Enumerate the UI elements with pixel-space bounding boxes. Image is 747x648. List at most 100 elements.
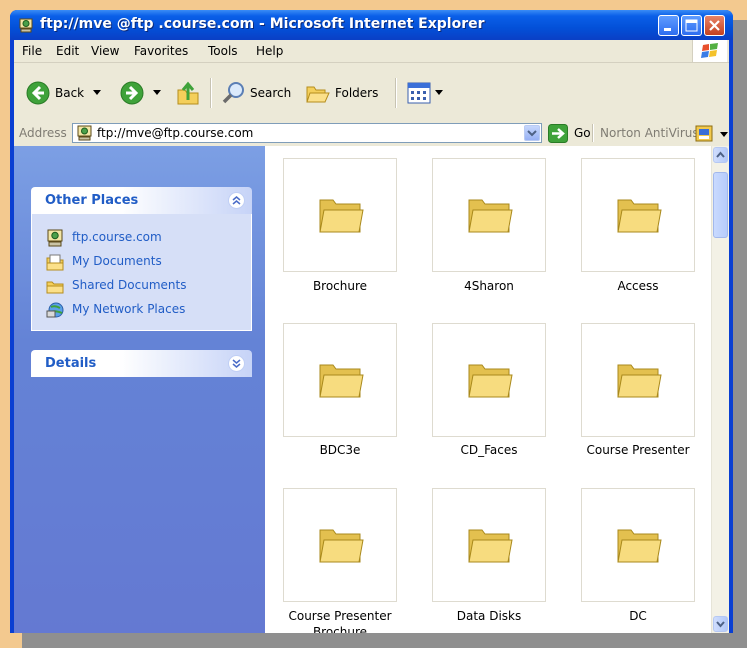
- folder-icon: [319, 199, 364, 233]
- menu-tools[interactable]: Tools: [208, 44, 238, 58]
- menu-view[interactable]: View: [91, 44, 119, 58]
- folder-name[interactable]: Access: [563, 278, 713, 294]
- go-button[interactable]: Go: [574, 126, 591, 140]
- search-icon[interactable]: [222, 81, 246, 105]
- address-bar: Address ftp://mve@ftp.course.com Go Nort…: [14, 121, 729, 147]
- file-list: Brochure 4Sharon Access BDC3e CD_Faces C…: [265, 146, 712, 633]
- vertical-scrollbar[interactable]: [711, 146, 729, 633]
- content-area: Other Places ftp.course.com My Documents…: [14, 146, 729, 633]
- details-title: Details: [45, 356, 97, 371]
- menu-favorites[interactable]: Favorites: [134, 44, 188, 58]
- folder-icon: [468, 364, 513, 398]
- address-dropdown-button[interactable]: [524, 125, 540, 141]
- my-documents-icon: [46, 254, 64, 271]
- folder-tile[interactable]: [283, 323, 397, 437]
- ftp-icon: [19, 18, 33, 33]
- toolbar-separator: [395, 78, 397, 108]
- folder-icon: [319, 364, 364, 398]
- other-places-header[interactable]: Other Places: [31, 187, 252, 214]
- folder-tile[interactable]: [432, 488, 546, 602]
- folder-name[interactable]: Course Presenter Brochure: [265, 608, 415, 633]
- norton-antivirus-label: Norton AntiVirus: [600, 126, 699, 140]
- norton-antivirus-icon[interactable]: [695, 125, 713, 142]
- chevron-down-icon: [716, 621, 725, 628]
- folder-name[interactable]: BDC3e: [265, 442, 415, 458]
- scroll-up-button[interactable]: [713, 147, 728, 163]
- other-places-title: Other Places: [45, 193, 139, 208]
- place-label: ftp.course.com: [72, 230, 162, 244]
- menu-bar: File Edit View Favorites Tools Help: [14, 40, 729, 63]
- address-label: Address: [19, 126, 67, 140]
- folder-tile[interactable]: [283, 488, 397, 602]
- chevron-down-icon: [527, 130, 537, 137]
- close-icon: [709, 20, 720, 31]
- folder-tile[interactable]: [283, 158, 397, 272]
- windows-logo: [692, 40, 727, 62]
- address-field[interactable]: ftp://mve@ftp.course.com: [72, 123, 542, 143]
- scroll-thumb[interactable]: [713, 172, 728, 238]
- folder-name[interactable]: DC: [563, 608, 713, 624]
- menu-edit[interactable]: Edit: [56, 44, 79, 58]
- address-separator: [592, 124, 594, 142]
- chevron-up-icon: [232, 196, 241, 205]
- go-arrow-icon[interactable]: [548, 124, 568, 143]
- maximize-button[interactable]: [681, 15, 702, 36]
- folder-tile[interactable]: [581, 323, 695, 437]
- chevron-up-icon: [716, 151, 725, 158]
- shared-folder-icon: [46, 281, 64, 294]
- ftp-icon: [77, 125, 92, 141]
- folders-icon[interactable]: [305, 81, 331, 105]
- folder-name[interactable]: Course Presenter: [563, 442, 713, 458]
- folder-name[interactable]: CD_Faces: [414, 442, 564, 458]
- place-label: My Documents: [72, 254, 162, 268]
- folder-icon: [617, 364, 662, 398]
- folder-tile[interactable]: [581, 158, 695, 272]
- folder-name[interactable]: Data Disks: [414, 608, 564, 624]
- folder-up-icon[interactable]: [176, 80, 200, 106]
- chevron-down-icon: [232, 359, 241, 368]
- folder-name[interactable]: 4Sharon: [414, 278, 564, 294]
- details-header[interactable]: Details: [31, 350, 252, 377]
- network-places-icon: [46, 302, 64, 318]
- windows-flag-icon: [701, 43, 718, 58]
- other-places-panel: ftp.course.com My Documents Shared Docum…: [31, 214, 252, 331]
- place-label: My Network Places: [72, 302, 186, 316]
- ftp-server-icon: [47, 229, 63, 247]
- back-dropdown-icon[interactable]: [93, 90, 101, 96]
- standard-toolbar: Back Search Folders: [14, 63, 729, 122]
- folder-icon: [468, 199, 513, 233]
- folder-icon: [468, 529, 513, 563]
- place-label: Shared Documents: [72, 278, 187, 292]
- folder-icon: [617, 529, 662, 563]
- folder-tile[interactable]: [432, 158, 546, 272]
- title-bar[interactable]: ftp://mve @ftp .course.com - Microsoft I…: [10, 10, 733, 40]
- norton-dropdown-icon[interactable]: [720, 132, 728, 138]
- back-button[interactable]: Back: [55, 86, 84, 100]
- minimize-button[interactable]: [658, 15, 679, 36]
- collapse-button[interactable]: [228, 192, 245, 209]
- forward-arrow-icon[interactable]: [120, 81, 144, 105]
- menu-file[interactable]: File: [22, 44, 42, 58]
- address-value: ftp://mve@ftp.course.com: [97, 126, 254, 140]
- folders-button[interactable]: Folders: [335, 86, 378, 100]
- menu-help[interactable]: Help: [256, 44, 283, 58]
- forward-dropdown-icon[interactable]: [153, 90, 161, 96]
- close-button[interactable]: [704, 15, 725, 36]
- folder-icon: [617, 199, 662, 233]
- minimize-icon: [664, 28, 671, 31]
- back-arrow-icon[interactable]: [26, 81, 50, 105]
- window-title: ftp://mve @ftp .course.com - Microsoft I…: [40, 16, 485, 32]
- folder-icon: [319, 529, 364, 563]
- search-button[interactable]: Search: [250, 86, 291, 100]
- views-icon[interactable]: [407, 82, 431, 104]
- expand-button[interactable]: [228, 355, 245, 372]
- folder-name[interactable]: Brochure: [265, 278, 415, 294]
- task-pane: Other Places ftp.course.com My Documents…: [14, 146, 265, 633]
- views-dropdown-icon[interactable]: [435, 90, 443, 96]
- explorer-window: ftp://mve @ftp .course.com - Microsoft I…: [10, 10, 733, 633]
- scroll-down-button[interactable]: [713, 616, 728, 632]
- toolbar-separator: [210, 78, 212, 108]
- folder-tile[interactable]: [581, 488, 695, 602]
- maximize-icon: [685, 19, 698, 32]
- folder-tile[interactable]: [432, 323, 546, 437]
